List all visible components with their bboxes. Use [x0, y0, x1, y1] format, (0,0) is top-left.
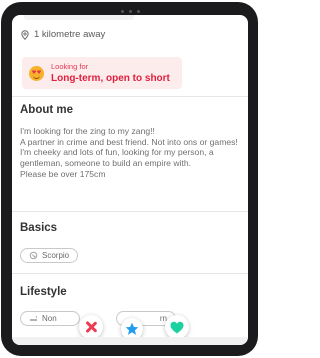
heart-eyes-emoji-icon — [29, 66, 44, 81]
heart-icon — [170, 321, 184, 333]
star-icon — [125, 322, 139, 335]
divider — [12, 273, 248, 274]
divider — [12, 96, 248, 97]
location-pin-icon — [21, 29, 29, 40]
basics-pill-label: Scorpio — [42, 251, 70, 260]
distance-text: 1 kilometre away — [34, 29, 106, 40]
camera-dot — [129, 10, 132, 13]
about-text: I'm looking for the zing to my zang!! A … — [20, 126, 238, 179]
previous-section-edge — [24, 15, 134, 20]
divider — [12, 211, 248, 212]
scorpio-icon — [29, 251, 38, 260]
basics-heading: Basics — [20, 222, 58, 234]
camera-dot — [121, 10, 124, 13]
bottom-bar — [12, 337, 248, 345]
like-button[interactable] — [165, 315, 189, 339]
lifestyle-heading: Lifestyle — [20, 286, 67, 298]
looking-for-label: Looking for — [51, 62, 89, 71]
nope-button[interactable] — [79, 315, 103, 339]
distance-row: 1 kilometre away — [20, 29, 105, 40]
profile-screen[interactable]: 1 kilometre away Looking for Long-term, … — [12, 15, 248, 345]
looking-for-card: Looking for Long-term, open to short — [22, 57, 182, 89]
about-heading: About me — [20, 104, 74, 116]
close-x-icon — [85, 321, 98, 333]
looking-for-value: Long-term, open to short — [51, 73, 170, 84]
camera-dot — [137, 10, 140, 13]
basics-pill-zodiac: Scorpio — [20, 248, 79, 263]
tablet-frame: 1 kilometre away Looking for Long-term, … — [1, 2, 258, 356]
